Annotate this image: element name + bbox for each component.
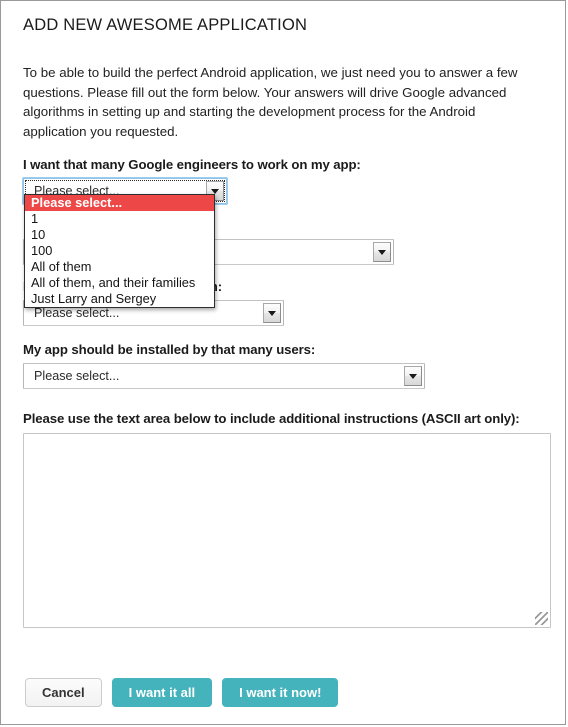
form-actions: Cancel I want it all I want it now! <box>25 678 339 707</box>
field-label-instructions: Please use the text area below to includ… <box>23 411 520 426</box>
field-instructions: Please use the text area below to includ… <box>23 411 551 628</box>
dropdown-option[interactable]: 100 <box>25 243 214 259</box>
application-form-page: ADD NEW AWESOME APPLICATION To be able t… <box>0 0 566 725</box>
chevron-down-icon[interactable] <box>263 303 281 323</box>
resize-handle-icon[interactable] <box>535 612 548 625</box>
dropdown-option[interactable]: 1 <box>25 211 214 227</box>
chevron-down-icon[interactable] <box>404 366 422 386</box>
dropdown-option[interactable]: All of them, and their families <box>25 275 214 291</box>
cancel-button[interactable]: Cancel <box>25 678 102 707</box>
dropdown-option[interactable]: 10 <box>25 227 214 243</box>
i-want-it-all-button[interactable]: I want it all <box>111 678 213 707</box>
page-title: ADD NEW AWESOME APPLICATION <box>23 16 308 34</box>
chevron-down-icon[interactable] <box>373 242 391 262</box>
select-installs-value: Please select... <box>34 369 120 383</box>
field-installs: My app should be installed by that many … <box>23 342 549 389</box>
select-installs[interactable]: Please select... <box>23 363 425 389</box>
field-label-engineers: I want that many Google engineers to wor… <box>23 157 361 172</box>
dropdown-option[interactable]: Just Larry and Sergey <box>25 291 214 307</box>
i-want-it-now-button[interactable]: I want it now! <box>222 678 339 707</box>
intro-paragraph: To be able to build the perfect Android … <box>23 65 518 139</box>
dropdown-option[interactable]: Please select... <box>25 195 214 211</box>
dropdown-option[interactable]: All of them <box>25 259 214 275</box>
form-content: ADD NEW AWESOME APPLICATION To be able t… <box>23 1 551 628</box>
dropdown-options-list[interactable]: Please select... 1 10 100 All of them All of … <box>24 194 215 308</box>
instructions-textarea[interactable] <box>23 433 551 628</box>
field-label-installs: My app should be installed by that many … <box>23 342 316 357</box>
